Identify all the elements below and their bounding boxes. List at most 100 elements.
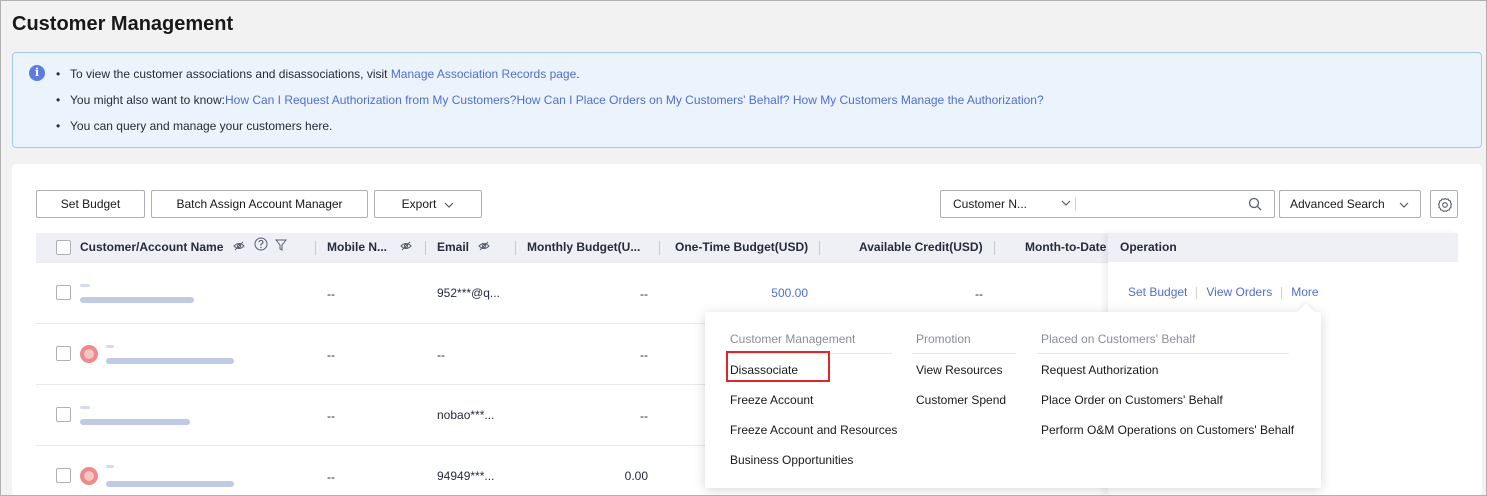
cell-monthly-budget: -- — [640, 409, 648, 423]
redacted-name — [80, 284, 90, 287]
cell-one-time-budget[interactable]: 500.00 — [720, 286, 808, 300]
search-group: Customer N... — [940, 190, 1275, 218]
column-monthly-budget: Monthly Budget(U... — [527, 240, 641, 254]
redacted-account-name[interactable] — [106, 481, 234, 487]
page-title: Customer Management — [12, 13, 234, 35]
column-customer-name: Customer/Account Name — [80, 233, 288, 262]
row-checkbox[interactable] — [56, 346, 71, 361]
gear-icon — [1437, 197, 1453, 213]
cell-mobile: -- — [327, 287, 335, 301]
menu-item-freeze-account[interactable]: Freeze Account — [730, 393, 813, 407]
export-dropdown-button[interactable]: Export — [374, 190, 482, 218]
search-icon[interactable] — [1248, 197, 1262, 211]
export-label: Export — [401, 197, 437, 211]
chevron-down-icon — [1399, 193, 1409, 219]
menu-item-disassociate[interactable]: Disassociate — [730, 363, 798, 377]
search-field-select[interactable]: Customer N... — [953, 191, 1073, 217]
column-separator — [315, 241, 316, 255]
row-checkbox[interactable] — [56, 285, 71, 300]
column-label: Email — [437, 240, 470, 254]
help-icon[interactable] — [254, 233, 268, 262]
cell-mobile: -- — [327, 470, 335, 484]
column-separator — [819, 241, 820, 255]
menu-item-place-order-on-behalf[interactable]: Place Order on Customers' Behalf — [1041, 393, 1223, 407]
table-settings-button[interactable] — [1430, 190, 1458, 218]
cell-monthly-budget: -- — [640, 348, 648, 362]
column-separator — [994, 241, 995, 255]
info-notice: i • To view the customer associations and… — [12, 52, 1482, 148]
more-actions-menu: Customer Management Promotion Placed on … — [705, 312, 1321, 488]
column-label: Customer/Account Name — [80, 240, 224, 254]
advanced-search-label: Advanced Search — [1290, 197, 1385, 211]
menu-group-divider — [912, 353, 1016, 354]
notice-line-3: • You can query and manage your customers… — [56, 119, 333, 133]
menu-group-placed-on-behalf: Placed on Customers' Behalf — [1041, 332, 1196, 346]
menu-item-perform-om-operations[interactable]: Perform O&M Operations on Customers' Beh… — [1041, 423, 1294, 437]
eye-off-icon[interactable] — [400, 233, 413, 262]
batch-assign-account-manager-button[interactable]: Batch Assign Account Manager — [151, 190, 368, 218]
action-separator — [1281, 286, 1283, 299]
column-available-credit: Available Credit(USD) — [859, 240, 983, 254]
cell-email: nobao***... — [437, 408, 495, 422]
cell-mobile: -- — [327, 348, 335, 362]
menu-item-freeze-account-and-resources[interactable]: Freeze Account and Resources — [730, 423, 897, 437]
row-set-budget-link[interactable]: Set Budget — [1128, 285, 1187, 299]
column-separator — [659, 241, 660, 255]
chevron-down-icon — [444, 193, 454, 219]
menu-item-request-authorization[interactable]: Request Authorization — [1041, 363, 1158, 377]
column-label: Mobile N... — [327, 240, 387, 254]
cell-mobile: -- — [327, 409, 335, 423]
column-email: Email — [437, 233, 491, 262]
eye-off-icon[interactable] — [233, 233, 245, 262]
place-orders-help-link[interactable]: How Can I Place Orders on My Customers' … — [516, 93, 789, 107]
menu-item-customer-spend[interactable]: Customer Spend — [916, 393, 1006, 407]
advanced-search-dropdown[interactable]: Advanced Search — [1279, 190, 1421, 218]
redacted-name — [80, 406, 90, 409]
row-checkbox[interactable] — [56, 407, 71, 422]
manage-authorization-help-link[interactable]: How My Customers Manage the Authorizatio… — [790, 93, 1044, 107]
set-budget-button[interactable]: Set Budget — [36, 190, 145, 218]
notice-line-1: • To view the customer associations and d… — [56, 67, 580, 81]
row-view-orders-link[interactable]: View Orders — [1206, 285, 1272, 299]
cell-monthly-budget: 0.00 — [624, 469, 648, 483]
row-actions: Set Budget View Orders More — [1128, 285, 1319, 299]
column-one-time-budget: One-Time Budget(USD) — [675, 240, 809, 254]
redacted-account-name[interactable] — [106, 358, 234, 364]
manage-association-records-link[interactable]: Manage Association Records page — [391, 67, 576, 81]
search-field-label: Customer N... — [953, 197, 1028, 211]
notice-text: You can query and manage your customers … — [70, 119, 333, 133]
notice-text: To view the customer associations and di… — [70, 67, 391, 81]
redacted-name — [106, 345, 114, 348]
notice-text: You might also want to know: — [70, 93, 225, 107]
menu-item-business-opportunities[interactable]: Business Opportunities — [730, 453, 853, 467]
request-authorization-help-link[interactable]: How Can I Request Authorization from My … — [225, 93, 516, 107]
menu-group-customer-management: Customer Management — [730, 332, 856, 346]
redacted-name — [106, 465, 114, 468]
menu-group-divider — [1037, 353, 1289, 354]
column-month-to-date: Month-to-Date — [1025, 240, 1107, 254]
search-input[interactable] — [1081, 193, 1241, 215]
select-all-checkbox[interactable] — [56, 240, 71, 255]
customer-avatar-icon — [80, 467, 98, 485]
cell-monthly-budget: -- — [640, 287, 648, 301]
search-divider — [1075, 197, 1076, 211]
column-separator — [425, 241, 426, 255]
cell-available-credit: -- — [975, 287, 983, 301]
action-separator — [1196, 286, 1198, 299]
column-separator — [515, 241, 516, 255]
chevron-down-icon — [1061, 191, 1071, 217]
filter-icon[interactable] — [275, 233, 288, 262]
redacted-account-name[interactable] — [80, 419, 190, 425]
redacted-account-name[interactable] — [80, 297, 194, 303]
row-checkbox[interactable] — [56, 468, 71, 483]
eye-off-icon[interactable] — [478, 233, 491, 262]
notice-text: . — [576, 67, 580, 81]
row-more-link[interactable]: More — [1291, 285, 1318, 299]
customer-avatar-icon — [80, 345, 98, 363]
column-operation: Operation — [1108, 233, 1458, 262]
notice-line-2: • You might also want to know:How Can I R… — [56, 93, 1044, 107]
cell-email: 952***@q... — [437, 286, 500, 300]
column-mobile: Mobile N... — [327, 233, 413, 262]
menu-item-view-resources[interactable]: View Resources — [916, 363, 1002, 377]
cell-email: -- — [437, 348, 445, 362]
